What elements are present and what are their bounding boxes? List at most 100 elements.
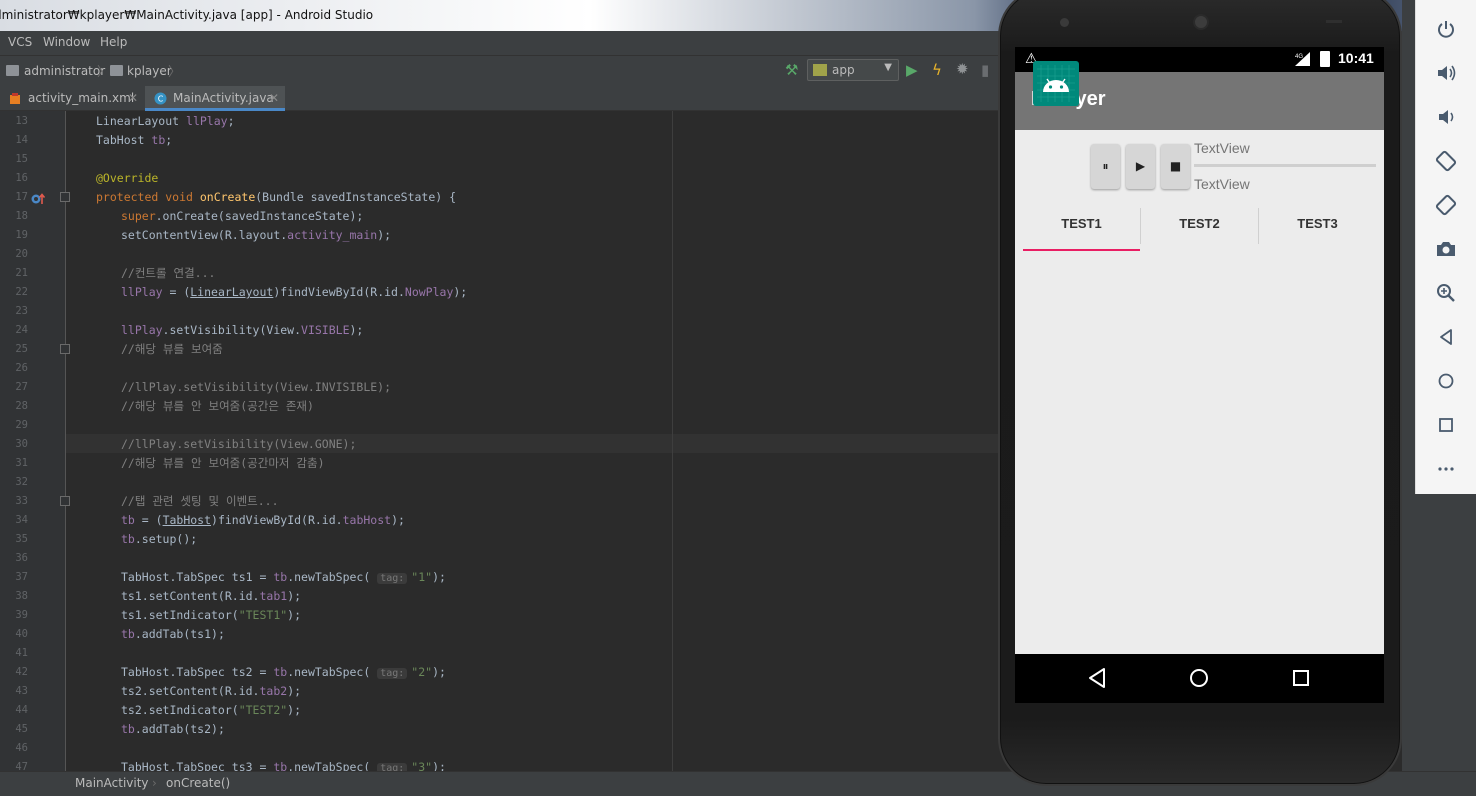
earpiece-speaker — [1193, 14, 1209, 30]
profile-icon[interactable]: ▮ — [981, 61, 989, 79]
rotate-right-icon[interactable] — [1435, 194, 1457, 216]
more-icon[interactable] — [1435, 458, 1457, 480]
code-line[interactable]: //해당 뷰를 보여줌 — [121, 340, 223, 359]
menu-help[interactable]: Help — [100, 35, 127, 49]
code-line[interactable]: TabHost.TabSpec ts2 = tb.newTabSpec( tag… — [121, 663, 446, 682]
home-icon[interactable] — [1435, 370, 1457, 392]
back-icon[interactable] — [1435, 326, 1457, 348]
code-line[interactable]: super.onCreate(savedInstanceState); — [121, 207, 363, 226]
fold-marker-icon[interactable] — [60, 496, 70, 506]
breadcrumb-class[interactable]: MainActivity — [75, 776, 149, 790]
folder-icon — [6, 65, 19, 76]
code-line[interactable]: //llPlay.setVisibility(View.INVISIBLE); — [121, 378, 391, 397]
tab-test1[interactable]: TEST1 — [1023, 202, 1140, 251]
code-line[interactable]: //llPlay.setVisibility(View.GONE); — [121, 435, 356, 454]
tab-mainactivity-java[interactable]: C MainActivity.java ✕ — [145, 86, 285, 111]
line-number: 34 — [15, 514, 28, 526]
tab-test3[interactable]: TEST3 — [1259, 202, 1376, 251]
line-number: 30 — [15, 438, 28, 450]
android-navigation-bar — [1015, 654, 1384, 703]
code-editor[interactable]: 13 LinearLayout llPlay; 14 TabHost tb; 15 16 @… — [0, 111, 1000, 771]
tab-activity-main-xml[interactable]: activity_main.xml ✕ — [0, 86, 144, 111]
stop-button[interactable]: ■ — [1161, 144, 1190, 189]
seek-bar[interactable] — [1194, 164, 1376, 167]
right-margin-guide — [672, 111, 673, 771]
code-line[interactable]: ts2.setIndicator("TEST2"); — [121, 701, 301, 720]
signal-icon: 4G — [1295, 52, 1310, 66]
line-number: 42 — [15, 666, 28, 678]
code-line[interactable]: TabHost tb; — [96, 131, 172, 150]
menu-vcs[interactable]: VCS — [8, 35, 32, 49]
code-line[interactable]: TabHost.TabSpec ts3 = tb.newTabSpec( tag… — [121, 758, 446, 771]
ide-background-strip — [1402, 0, 1415, 494]
override-method-icon[interactable] — [31, 192, 45, 206]
nav-back-icon[interactable] — [1084, 665, 1110, 691]
hammer-build-icon[interactable]: ⚒ — [785, 61, 798, 79]
power-icon[interactable] — [1435, 18, 1457, 40]
emulator-toolbar — [1415, 0, 1476, 494]
code-line[interactable]: setContentView(R.layout.activity_main); — [121, 226, 391, 245]
line-number: 28 — [15, 400, 28, 412]
line-number: 37 — [15, 571, 28, 583]
line-number: 46 — [15, 742, 28, 754]
code-line[interactable]: tb.addTab(ts2); — [121, 720, 225, 739]
run-icon[interactable]: ▶ — [906, 61, 918, 79]
ide-background-panel — [1402, 494, 1476, 771]
zoom-icon[interactable] — [1435, 282, 1457, 304]
pause-button[interactable]: ⏸ — [1091, 144, 1120, 189]
battery-icon — [1320, 51, 1330, 67]
camera-icon[interactable] — [1435, 238, 1457, 260]
code-line[interactable]: tb.addTab(ts1); — [121, 625, 225, 644]
breadcrumb-method[interactable]: onCreate() — [166, 776, 230, 790]
tab-test2[interactable]: TEST2 — [1141, 202, 1258, 251]
code-line[interactable]: ts1.setIndicator("TEST1"); — [121, 606, 301, 625]
code-line[interactable]: llPlay.setVisibility(View.VISIBLE); — [121, 321, 363, 340]
line-number: 32 — [15, 476, 28, 488]
line-number: 31 — [15, 457, 28, 469]
overview-icon[interactable] — [1435, 414, 1457, 436]
line-number: 25 — [15, 343, 28, 355]
breadcrumb-administrator[interactable]: administrator — [24, 64, 105, 78]
java-class-icon: C — [154, 92, 167, 105]
code-line[interactable]: //컨트롤 연결... — [121, 264, 215, 283]
close-icon[interactable]: ✕ — [269, 86, 279, 111]
code-line[interactable]: //탭 관련 셋팅 및 이벤트... — [121, 492, 279, 511]
fold-marker-icon[interactable] — [60, 344, 70, 354]
menu-window[interactable]: Window — [43, 35, 90, 49]
fold-marker-icon[interactable] — [60, 192, 70, 202]
android-robot-icon — [1037, 65, 1075, 102]
run-configuration-select[interactable]: app ▼ — [807, 59, 899, 81]
code-line[interactable]: LinearLayout llPlay; — [96, 112, 235, 131]
code-line[interactable]: ts2.setContent(R.id.tab2); — [121, 682, 301, 701]
line-number: 24 — [15, 324, 28, 336]
proximity-sensor — [1326, 20, 1342, 23]
close-icon[interactable]: ✕ — [128, 86, 138, 111]
track-title-text: TextView — [1194, 140, 1250, 156]
line-number: 27 — [15, 381, 28, 393]
rotate-left-icon[interactable] — [1435, 150, 1457, 172]
code-line[interactable]: //해당 뷰를 안 보여줌(공간은 존재) — [121, 397, 314, 416]
nav-home-icon[interactable] — [1186, 665, 1212, 691]
apply-changes-icon[interactable]: ϟ — [932, 61, 942, 79]
breadcrumb-separator: › — [152, 776, 157, 790]
code-line[interactable]: ts1.setContent(R.id.tab1); — [121, 587, 301, 606]
line-number: 44 — [15, 704, 28, 716]
debug-icon[interactable]: ✹ — [956, 60, 969, 78]
code-line[interactable]: protected void onCreate(Bundle savedInst… — [96, 188, 456, 207]
device-screen[interactable]: ⚠ 4G 10:41 KPlayer ⏸ ▶ ■ TextView TextVi… — [1015, 47, 1384, 703]
nav-overview-icon[interactable] — [1288, 665, 1314, 691]
code-line[interactable]: @Override — [96, 169, 158, 188]
breadcrumb-kplayer[interactable]: kplayer — [127, 64, 172, 78]
chevron-down-icon: ▼ — [884, 62, 892, 73]
code-line[interactable]: llPlay = (LinearLayout)findViewById(R.id… — [121, 283, 467, 302]
code-line[interactable]: //해당 뷰를 안 보여줌(공간마저 감춤) — [121, 454, 325, 473]
code-line[interactable]: TabHost.TabSpec ts1 = tb.newTabSpec( tag… — [121, 568, 446, 587]
line-number: 17 — [15, 191, 28, 203]
breadcrumb-separator: 〉 — [97, 65, 111, 80]
volume-up-icon[interactable] — [1435, 62, 1457, 84]
volume-down-icon[interactable] — [1435, 106, 1457, 128]
play-button[interactable]: ▶ — [1126, 144, 1155, 189]
code-line[interactable]: tb.setup(); — [121, 530, 197, 549]
code-line[interactable]: tb = (TabHost)findViewById(R.id.tabHost)… — [121, 511, 405, 530]
album-art-image[interactable] — [1033, 61, 1079, 106]
